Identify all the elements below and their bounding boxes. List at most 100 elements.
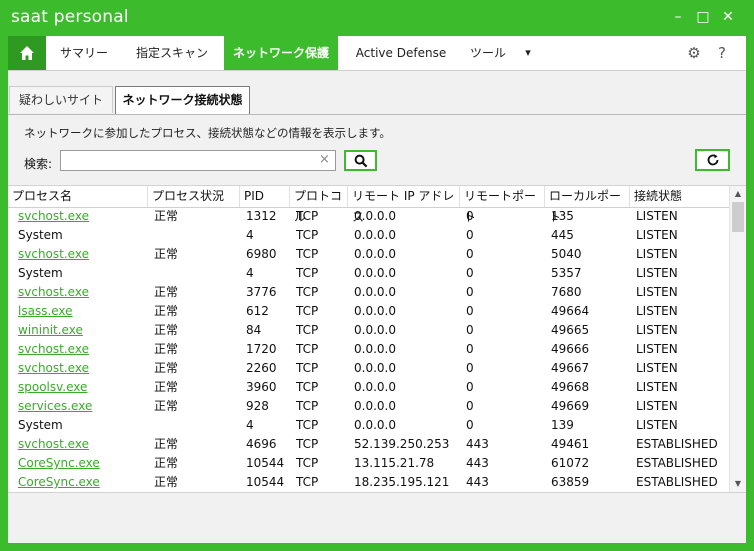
col-process-status-header[interactable]: プロセス状況 xyxy=(148,186,240,207)
col-process-name[interactable]: lsass.exe xyxy=(14,302,73,321)
col-pid: 4 xyxy=(246,418,254,432)
table-row[interactable]: svchost.exe 正常 1720 TCP 0.0.0.0 0 49666 LISTEN xyxy=(8,340,730,359)
table-body: svchost.exe 正常 1312 TCP 0.0.0.0 0 135 LISTEN Sys… xyxy=(8,207,730,492)
col-process-name[interactable]: services.exe xyxy=(14,397,92,416)
subtab-network-connections[interactable]: ネットワーク接続状態 xyxy=(115,86,250,114)
table-row[interactable]: CoreSync.exe 正常 10544 TCP 18.235.195.121 443 6… xyxy=(8,473,730,492)
col-process-status: 正常 xyxy=(154,342,179,356)
minimize-button[interactable]: – xyxy=(670,9,686,25)
col-process-status: 正常 xyxy=(154,437,179,451)
col-pid: 4 xyxy=(246,228,254,242)
col-remote-ip: 0.0.0.0 xyxy=(354,209,396,223)
col-remote-port: 0 xyxy=(466,380,474,394)
col-connection-state: ESTABLISHED xyxy=(636,456,718,470)
scroll-up-icon[interactable]: ▲ xyxy=(730,186,746,202)
col-remote-ip: 0.0.0.0 xyxy=(354,304,396,318)
col-connection-state: LISTEN xyxy=(636,209,678,223)
maximize-button[interactable]: □ xyxy=(695,9,711,25)
col-process-name[interactable]: svchost.exe xyxy=(14,207,89,226)
col-remote-port: 0 xyxy=(466,342,474,356)
col-remote-port: 443 xyxy=(466,456,489,470)
table-header: プロセス名 プロセス状況 PID プロトコル リモート IP アドレス リモートポート ロー… xyxy=(8,186,730,224)
col-process-name[interactable]: spoolsv.exe xyxy=(14,378,87,397)
col-process-name[interactable]: svchost.exe xyxy=(14,435,89,454)
col-process-name[interactable]: svchost.exe xyxy=(14,359,89,378)
col-protocol: TCP xyxy=(296,228,319,242)
home-icon xyxy=(20,46,34,60)
col-connection-state-header[interactable]: 接続状態 xyxy=(630,186,730,207)
col-local-port-header[interactable]: ローカルポート xyxy=(545,186,630,224)
gear-icon[interactable]: ⚙ xyxy=(686,45,702,61)
col-process-name[interactable]: CoreSync.exe xyxy=(14,454,100,473)
help-icon[interactable]: ? xyxy=(714,45,730,61)
col-connection-state: LISTEN xyxy=(636,380,678,394)
col-pid: 6980 xyxy=(246,247,277,261)
table-row[interactable]: svchost.exe 正常 1312 TCP 0.0.0.0 0 135 LISTEN xyxy=(8,207,730,226)
col-process-name[interactable]: CoreSync.exe xyxy=(14,473,100,492)
subtab-suspicious-sites[interactable]: 疑わしいサイト xyxy=(9,86,113,113)
col-remote-ip: 0.0.0.0 xyxy=(354,399,396,413)
col-process-name[interactable]: svchost.exe xyxy=(14,283,89,302)
col-remote-ip-header[interactable]: リモート IP アドレス xyxy=(348,186,460,224)
tab-active-defense[interactable]: Active Defense xyxy=(344,36,458,70)
col-protocol: TCP xyxy=(296,380,319,394)
col-connection-state: LISTEN xyxy=(636,266,678,280)
col-process-name[interactable]: svchost.exe xyxy=(14,245,89,264)
col-protocol-header[interactable]: プロトコル xyxy=(290,186,348,224)
table-row[interactable]: System 4 TCP 0.0.0.0 0 139 LISTEN xyxy=(8,416,730,435)
table-row[interactable]: svchost.exe 正常 6980 TCP 0.0.0.0 0 5040 LISTEN xyxy=(8,245,730,264)
scroll-thumb[interactable] xyxy=(732,202,744,232)
scroll-down-icon[interactable]: ▼ xyxy=(730,476,746,492)
table-row[interactable]: svchost.exe 正常 3776 TCP 0.0.0.0 0 7680 LISTEN xyxy=(8,283,730,302)
main-nav: サマリー 指定スキャン ネットワーク保護 Active Defense ツール … xyxy=(8,36,746,71)
col-pid-header[interactable]: PID xyxy=(240,186,290,207)
col-process-name-header[interactable]: プロセス名 xyxy=(8,186,148,207)
table-row[interactable]: CoreSync.exe 正常 10544 TCP 13.115.21.78 443 610… xyxy=(8,454,730,473)
table-row[interactable]: svchost.exe 正常 2260 TCP 0.0.0.0 0 49667 LISTEN xyxy=(8,359,730,378)
tab-network-protection[interactable]: ネットワーク保護 xyxy=(224,36,338,70)
col-pid: 1720 xyxy=(246,342,277,356)
search-button[interactable] xyxy=(344,150,377,171)
connections-table: プロセス名 プロセス状況 PID プロトコル リモート IP アドレス リモートポート ロー… xyxy=(8,185,746,493)
col-process-status: 正常 xyxy=(154,380,179,394)
col-protocol: TCP xyxy=(296,456,319,470)
tab-tools[interactable]: ツール xyxy=(468,36,508,70)
col-protocol: TCP xyxy=(296,399,319,413)
table-row[interactable]: spoolsv.exe 正常 3960 TCP 0.0.0.0 0 49668 LISTEN xyxy=(8,378,730,397)
col-process-status: 正常 xyxy=(154,304,179,318)
col-process-name[interactable]: svchost.exe xyxy=(14,340,89,359)
col-process-status: 正常 xyxy=(154,247,179,261)
col-process-status: 正常 xyxy=(154,323,179,337)
close-button[interactable]: ✕ xyxy=(720,9,736,25)
col-remote-ip: 0.0.0.0 xyxy=(354,228,396,242)
col-remote-port-header[interactable]: リモートポート xyxy=(460,186,545,224)
home-button[interactable] xyxy=(8,36,46,70)
table-row[interactable]: wininit.exe 正常 84 TCP 0.0.0.0 0 49665 LISTEN xyxy=(8,321,730,340)
tab-targeted-scan[interactable]: 指定スキャン xyxy=(126,36,218,70)
col-process-status xyxy=(150,416,154,435)
vertical-scrollbar[interactable]: ▲ ▼ xyxy=(729,186,746,492)
search-input[interactable] xyxy=(60,150,336,171)
col-remote-ip: 18.235.195.121 xyxy=(354,475,450,489)
clear-search-icon[interactable]: × xyxy=(319,152,330,167)
col-connection-state: LISTEN xyxy=(636,228,678,242)
table-row[interactable]: svchost.exe 正常 4696 TCP 52.139.250.253 443 494… xyxy=(8,435,730,454)
col-remote-port: 0 xyxy=(466,323,474,337)
table-row[interactable]: System 4 TCP 0.0.0.0 0 445 LISTEN xyxy=(8,226,730,245)
col-local-port: 49461 xyxy=(551,437,590,451)
table-row[interactable]: services.exe 正常 928 TCP 0.0.0.0 0 49669 LISTEN xyxy=(8,397,730,416)
table-row[interactable]: System 4 TCP 0.0.0.0 0 5357 LISTEN xyxy=(8,264,730,283)
col-remote-ip: 0.0.0.0 xyxy=(354,323,396,337)
chevron-down-icon[interactable]: ▾ xyxy=(522,36,534,70)
tab-summary[interactable]: サマリー xyxy=(48,36,120,70)
col-protocol: TCP xyxy=(296,266,319,280)
col-process-name[interactable]: wininit.exe xyxy=(14,321,83,340)
col-pid: 4696 xyxy=(246,437,277,451)
col-process-status: 正常 xyxy=(154,456,179,470)
col-protocol: TCP xyxy=(296,285,319,299)
search-label: 検索: xyxy=(24,157,53,171)
col-remote-port: 0 xyxy=(466,361,474,375)
refresh-button[interactable] xyxy=(695,149,730,171)
table-row[interactable]: lsass.exe 正常 612 TCP 0.0.0.0 0 49664 LISTEN xyxy=(8,302,730,321)
col-local-port: 445 xyxy=(551,228,574,242)
